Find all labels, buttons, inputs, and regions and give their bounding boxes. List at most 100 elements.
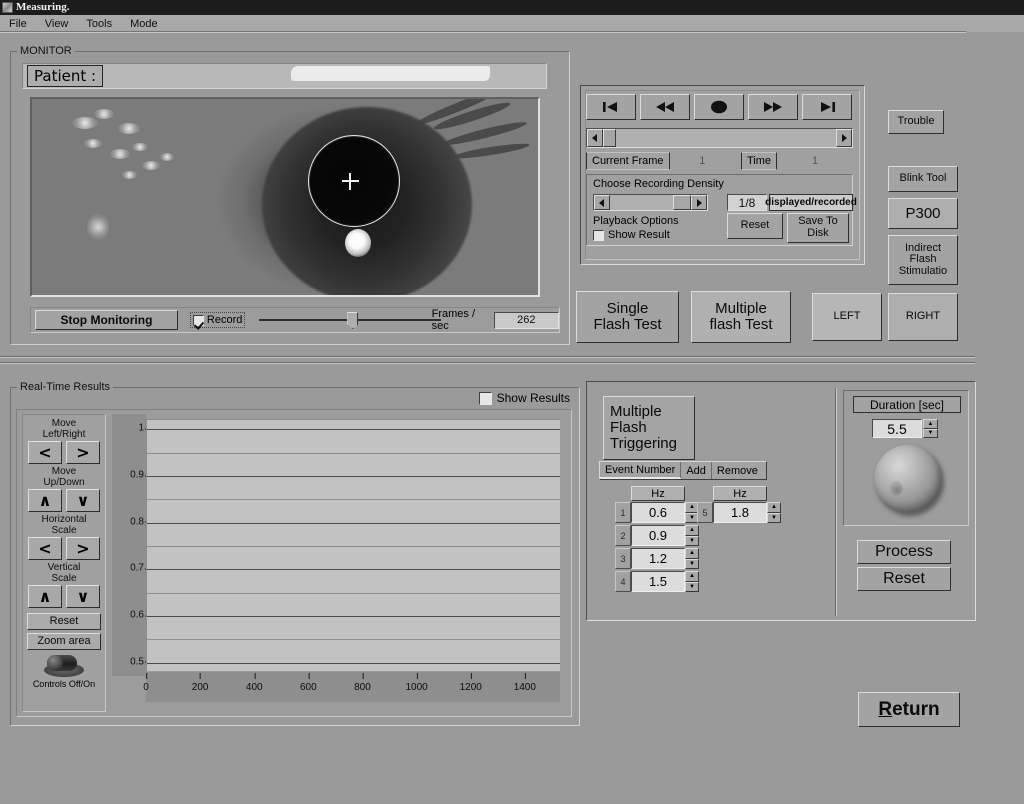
single-flash-test-button[interactable]: Single Flash Test (576, 291, 679, 343)
hz-spinner-down[interactable]: ▼ (685, 581, 699, 592)
record-checkbox[interactable] (192, 314, 204, 326)
hz-event-value[interactable]: 1.5 (631, 571, 685, 592)
move-left-button[interactable]: < (28, 441, 62, 464)
chart-gridline-minor (147, 592, 560, 594)
menu-bar: File View Tools Mode (0, 15, 1024, 32)
playback-scrollbar[interactable] (586, 128, 853, 148)
menu-item-tools[interactable]: Tools (77, 16, 121, 32)
vscale-decrease-button[interactable]: ∨ (66, 585, 100, 608)
rewind-button[interactable] (640, 94, 690, 120)
record-checkbox-group[interactable]: Record (189, 312, 246, 328)
skip-to-start-button[interactable] (586, 94, 636, 120)
show-results-checkbox[interactable] (478, 391, 492, 405)
hz-event-index: 1 (615, 502, 631, 523)
add-event-button[interactable]: Add (681, 462, 712, 479)
show-result-checkbox[interactable] (593, 229, 604, 241)
hz-spinner-down[interactable]: ▼ (685, 535, 699, 546)
toggle-knob[interactable] (47, 655, 63, 671)
hscale-increase-button[interactable]: > (66, 537, 100, 560)
density-right-arrow-icon[interactable] (691, 195, 707, 210)
left-eye-button[interactable]: LEFT (812, 293, 882, 341)
hz-spinner-up[interactable]: ▲ (685, 525, 699, 536)
duration-spinner-up[interactable]: ▲ (923, 419, 938, 429)
hz-spinner-up[interactable]: ▲ (685, 571, 699, 582)
mft-title-line3: Triggering (610, 434, 677, 452)
menu-item-mode[interactable]: Mode (121, 16, 167, 32)
scrollbar-thumb[interactable] (603, 129, 616, 147)
hz-spinner-up[interactable]: ▲ (685, 548, 699, 559)
move-down-button[interactable]: ∨ (66, 489, 100, 512)
zoom-area-button[interactable]: Zoom area (27, 633, 101, 650)
hz-spinner-down[interactable]: ▼ (685, 558, 699, 569)
transport-reset-button[interactable]: Reset (727, 213, 783, 239)
remove-event-button[interactable]: Remove (712, 462, 763, 479)
frames-per-sec-value[interactable]: 262 (493, 311, 560, 329)
hz-spinner[interactable]: ▲ ▼ (685, 525, 699, 546)
hz-event-value[interactable]: 0.6 (631, 502, 685, 523)
frames-per-second-slider[interactable] (259, 311, 442, 329)
move-right-button[interactable]: > (66, 441, 100, 464)
chart-x-tick-label: 200 (191, 673, 209, 693)
graph-reset-button[interactable]: Reset (27, 613, 101, 630)
hz-spinner-up[interactable]: ▲ (767, 502, 781, 513)
hz-event-value[interactable]: 1.8 (713, 502, 767, 523)
blink-tool-button[interactable]: Blink Tool (888, 166, 958, 192)
duration-spinner[interactable]: ▲ ▼ (923, 419, 938, 438)
trouble-button[interactable]: Trouble (888, 110, 944, 134)
move-up-down-caption: Move Up/Down (43, 466, 84, 488)
density-ratio-value[interactable]: 1/8 (727, 194, 767, 211)
corneal-reflection-glint (345, 229, 371, 257)
stop-monitoring-button[interactable]: Stop Monitoring (35, 310, 178, 330)
hz-spinner[interactable]: ▲ ▼ (767, 502, 781, 523)
skip-to-end-button[interactable] (802, 94, 852, 120)
density-left-arrow-icon[interactable] (594, 195, 610, 210)
scrollbar-right-arrow-icon[interactable] (836, 129, 852, 147)
scrollbar-trough[interactable] (616, 129, 836, 147)
save-to-disk-button[interactable]: Save To Disk (787, 213, 849, 243)
process-button[interactable]: Process (857, 540, 951, 564)
hscale-decrease-button[interactable]: < (28, 537, 62, 560)
fast-forward-button[interactable] (748, 94, 798, 120)
multiple-flash-reset-button[interactable]: Reset (857, 567, 951, 591)
multiple-flash-test-button[interactable]: Multiple flash Test (691, 291, 791, 343)
hz-event-value[interactable]: 0.9 (631, 525, 685, 546)
show-results-checkbox-group[interactable]: Show Results (478, 391, 570, 405)
realtime-group-title: Real-Time Results (17, 381, 114, 393)
multiple-flash-triggering-button[interactable]: Multiple Flash Triggering (603, 396, 695, 460)
chart-x-tick-label: 1400 (513, 673, 536, 693)
patient-name-field[interactable] (109, 66, 542, 86)
recording-density-scrollbar[interactable] (593, 194, 708, 211)
app-icon (2, 2, 13, 13)
duration-knob[interactable] (874, 445, 942, 513)
right-eye-button[interactable]: RIGHT (888, 293, 958, 341)
controls-toggle-switch[interactable] (44, 655, 84, 677)
chart-gridline-major (147, 662, 560, 664)
menu-item-file[interactable]: File (0, 16, 36, 32)
indirect-flash-stimulation-button[interactable]: Indirect Flash Stimulatio (888, 235, 958, 285)
hz-spinner[interactable]: ▲ ▼ (685, 548, 699, 569)
section-divider-bottom-highlight (0, 363, 975, 364)
move-up-button[interactable]: ∧ (28, 489, 62, 512)
density-thumb[interactable] (673, 195, 691, 210)
hz-event-value[interactable]: 1.2 (631, 548, 685, 569)
duration-spinner-down[interactable]: ▼ (923, 428, 938, 438)
show-result-checkbox-group[interactable]: Show Result (593, 229, 670, 241)
hscale-line1: Horizontal (41, 514, 87, 525)
return-button[interactable]: Return (858, 692, 960, 727)
vscale-increase-button[interactable]: ∧ (28, 585, 62, 608)
show-result-label: Show Result (608, 229, 670, 241)
event-number-tab[interactable]: Event Number (600, 462, 682, 479)
toggle-lever[interactable] (47, 655, 77, 671)
duration-value-field[interactable]: 5.5 (872, 419, 922, 438)
chart-plot-area[interactable] (146, 419, 560, 671)
hz-header-column1: Hz (631, 486, 685, 501)
hz-spinner-down[interactable]: ▼ (767, 512, 781, 523)
save-to-disk-line2: Disk (807, 227, 829, 239)
multiple-flash-line2: flash Test (709, 316, 773, 333)
slider-thumb[interactable] (347, 312, 359, 329)
p300-button[interactable]: P300 (888, 198, 958, 229)
menu-item-view[interactable]: View (36, 16, 78, 32)
hz-spinner[interactable]: ▲ ▼ (685, 571, 699, 592)
scrollbar-left-arrow-icon[interactable] (587, 129, 603, 147)
record-button[interactable] (694, 94, 744, 120)
